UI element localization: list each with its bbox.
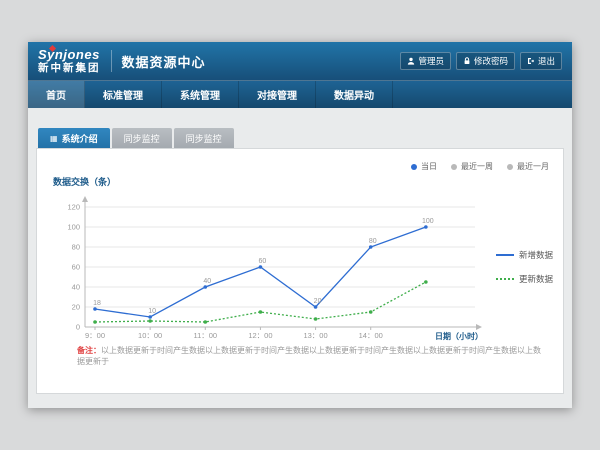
tab-sync-monitor-2[interactable]: 同步监控 — [174, 128, 234, 148]
svg-text:14：00: 14：00 — [359, 331, 383, 340]
user-icon — [407, 57, 415, 65]
nav-item-connect-mgmt[interactable]: 对接管理 — [239, 81, 316, 108]
tab-sync-monitor-1[interactable]: 同步监控 — [112, 128, 172, 148]
filter-last-week-dot-icon — [451, 164, 457, 170]
svg-text:13：00: 13：00 — [303, 331, 327, 340]
header-divider — [111, 50, 112, 72]
logo-text-cn: 新中新集团 — [38, 63, 101, 74]
logo-text-en: Synjones — [38, 48, 100, 61]
tab-system-intro-label: 系统介绍 — [62, 132, 98, 145]
tab-bar: ▦ 系统介绍 同步监控 同步监控 — [38, 128, 234, 148]
svg-text:40: 40 — [203, 278, 211, 285]
admin-button-label: 管理员 — [418, 55, 444, 67]
page-title: 数据资源中心 — [122, 52, 206, 71]
nav-item-system-mgmt[interactable]: 系统管理 — [162, 81, 239, 108]
nav-item-data-change[interactable]: 数据异动 — [316, 81, 393, 108]
svg-text:100: 100 — [67, 223, 80, 232]
admin-button[interactable]: 管理员 — [400, 52, 451, 70]
synjones-logo: Synjones 新中新集团 — [38, 48, 101, 74]
series-updated-data[interactable]: 更新数据 — [496, 273, 553, 285]
svg-text:0: 0 — [76, 323, 80, 332]
dotted-line-icon — [496, 278, 514, 280]
svg-text:10: 10 — [148, 308, 156, 315]
nav-item-home[interactable]: 首页 — [28, 81, 85, 108]
filter-last-week-label: 最近一周 — [461, 161, 493, 172]
filter-last-month-dot-icon — [507, 164, 513, 170]
svg-text:120: 120 — [67, 203, 80, 212]
data-exchange-line-chart: 0 20 40 60 80 100 120 9：00 10：00 11：00 12：00 13：00 1… — [53, 193, 485, 351]
filter-last-week[interactable]: 最近一周 — [451, 161, 493, 172]
svg-text:80: 80 — [72, 243, 80, 252]
lock-icon — [463, 57, 471, 65]
tab-sync-monitor-2-label: 同步监控 — [186, 132, 222, 145]
chart-panel: 当日 最近一周 最近一月 数据交换（条） 0 20 40 60 80 100 120 9：00… — [36, 148, 564, 394]
series-new-data-label: 新增数据 — [519, 249, 553, 261]
svg-text:40: 40 — [72, 283, 80, 292]
svg-text:100: 100 — [422, 218, 434, 225]
series-legend: 新增数据 更新数据 — [496, 249, 553, 285]
nav-item-standard-mgmt[interactable]: 标准管理 — [85, 81, 162, 108]
svg-text:10：00: 10：00 — [138, 331, 162, 340]
svg-text:日期（小时）: 日期（小时） — [435, 331, 483, 341]
app-header: Synjones 新中新集团 数据资源中心 管理员 修改密码 — [28, 42, 572, 80]
svg-text:12：00: 12：00 — [248, 331, 272, 340]
logout-button[interactable]: 退出 — [520, 52, 562, 70]
series-updated-data-label: 更新数据 — [519, 273, 553, 285]
filter-today-dot-icon — [411, 164, 417, 170]
svg-text:9：00: 9：00 — [85, 331, 105, 340]
grid-icon: ▦ — [50, 134, 58, 143]
filter-last-month-label: 最近一月 — [517, 161, 549, 172]
change-password-button[interactable]: 修改密码 — [456, 52, 515, 70]
svg-text:20: 20 — [314, 298, 322, 305]
logout-button-label: 退出 — [538, 55, 555, 67]
y-axis-title: 数据交换（条） — [53, 175, 116, 188]
main-nav: 首页 标准管理 系统管理 对接管理 数据异动 — [28, 80, 572, 108]
svg-text:60: 60 — [259, 258, 267, 265]
filter-last-month[interactable]: 最近一月 — [507, 161, 549, 172]
footnote-text: 以上数据更新于时间产生数据以上数据更新于时间产生数据以上数据更新于时间产生数据以… — [77, 346, 541, 366]
header-actions: 管理员 修改密码 退出 — [400, 52, 562, 70]
tab-system-intro[interactable]: ▦ 系统介绍 — [38, 128, 110, 148]
time-filter-legend: 当日 最近一周 最近一月 — [411, 161, 549, 172]
svg-text:11：00: 11：00 — [193, 331, 217, 340]
footnote-label: 备注： — [77, 346, 101, 355]
filter-today[interactable]: 当日 — [411, 161, 437, 172]
tab-sync-monitor-1-label: 同步监控 — [124, 132, 160, 145]
logout-icon — [527, 57, 535, 65]
app-window: Synjones 新中新集团 数据资源中心 管理员 修改密码 — [28, 42, 572, 408]
footnote: 备注：以上数据更新于时间产生数据以上数据更新于时间产生数据以上数据更新于时间产生… — [77, 345, 547, 367]
solid-line-icon — [496, 254, 514, 256]
content-area: ▦ 系统介绍 同步监控 同步监控 当日 — [28, 108, 572, 408]
svg-text:80: 80 — [369, 238, 377, 245]
svg-text:18: 18 — [93, 300, 101, 307]
change-password-button-label: 修改密码 — [474, 55, 508, 67]
svg-text:20: 20 — [72, 303, 80, 312]
series-new-data[interactable]: 新增数据 — [496, 249, 553, 261]
desktop-background: Synjones 新中新集团 数据资源中心 管理员 修改密码 — [0, 0, 600, 450]
svg-text:60: 60 — [72, 263, 80, 272]
filter-today-label: 当日 — [421, 161, 437, 172]
